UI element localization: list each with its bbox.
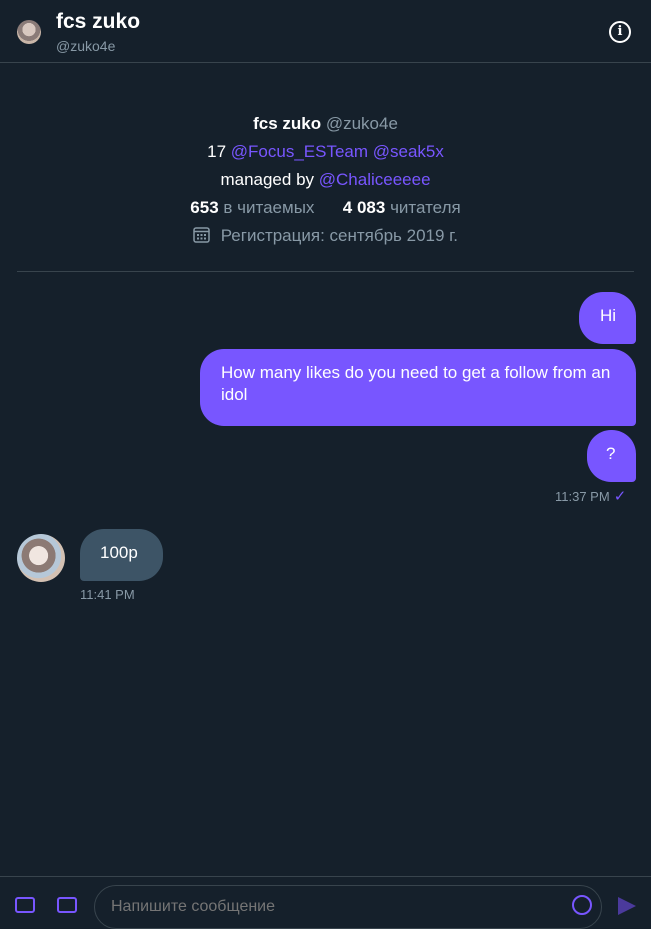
gif-icon[interactable] — [57, 897, 77, 913]
sent-timestamp: 11:37 PM ✓ — [555, 487, 626, 505]
divider — [17, 271, 634, 272]
managed-link[interactable]: @Chaliceeeee — [319, 170, 431, 189]
managed-text: managed by — [220, 170, 315, 189]
message-composer — [0, 876, 651, 929]
check-icon: ✓ — [613, 488, 627, 505]
profile-stats: 653 в читаемых 4 083 читателя — [0, 194, 651, 222]
header-handle[interactable]: @zuko4e — [56, 38, 115, 54]
following-label: в читаемых — [223, 198, 315, 217]
profile-name-row: fcs zuko @zuko4e — [0, 110, 651, 138]
profile-bio: 17 @Focus_ESTeam @seak5x — [0, 138, 651, 166]
following-stat[interactable]: 653 в читаемых — [190, 198, 319, 217]
send-icon[interactable] — [618, 897, 636, 915]
bio-link-focus[interactable]: @Focus_ESTeam — [231, 142, 368, 161]
message-received[interactable]: 100p — [80, 529, 163, 581]
profile-name[interactable]: fcs zuko — [253, 114, 321, 133]
joined-text: Регистрация: сентябрь 2019 г. — [220, 226, 459, 245]
following-count: 653 — [190, 198, 219, 217]
sender-avatar[interactable] — [17, 534, 65, 582]
message-sent[interactable]: ? — [587, 430, 636, 482]
header-avatar[interactable] — [17, 20, 41, 44]
conversation-header: fcs zuko @zuko4e i — [0, 0, 651, 63]
calendar-icon — [193, 227, 210, 243]
media-icon[interactable] — [15, 897, 35, 913]
bio-text: 17 — [207, 142, 227, 161]
profile-joined: Регистрация: сентябрь 2019 г. — [0, 222, 651, 250]
followers-stat[interactable]: 4 083 читателя — [343, 198, 461, 217]
info-icon[interactable]: i — [609, 21, 631, 43]
sent-time: 11:37 PM — [555, 489, 610, 504]
profile-managed: managed by @Chaliceeeee — [0, 166, 651, 194]
message-sent[interactable]: How many likes do you need to get a foll… — [200, 349, 636, 426]
received-timestamp: 11:41 PM — [80, 587, 135, 602]
profile-summary: fcs zuko @zuko4e 17 @Focus_ESTeam @seak5… — [0, 110, 651, 250]
bio-link-seak[interactable]: @seak5x — [373, 142, 444, 161]
followers-count: 4 083 — [342, 198, 386, 217]
message-sent[interactable]: Hi — [579, 292, 636, 344]
message-input[interactable] — [94, 885, 602, 929]
profile-handle[interactable]: @zuko4e — [326, 114, 398, 133]
followers-label: читателя — [390, 198, 461, 217]
header-name[interactable]: fcs zuko — [56, 10, 140, 34]
emoji-icon[interactable] — [572, 895, 592, 915]
